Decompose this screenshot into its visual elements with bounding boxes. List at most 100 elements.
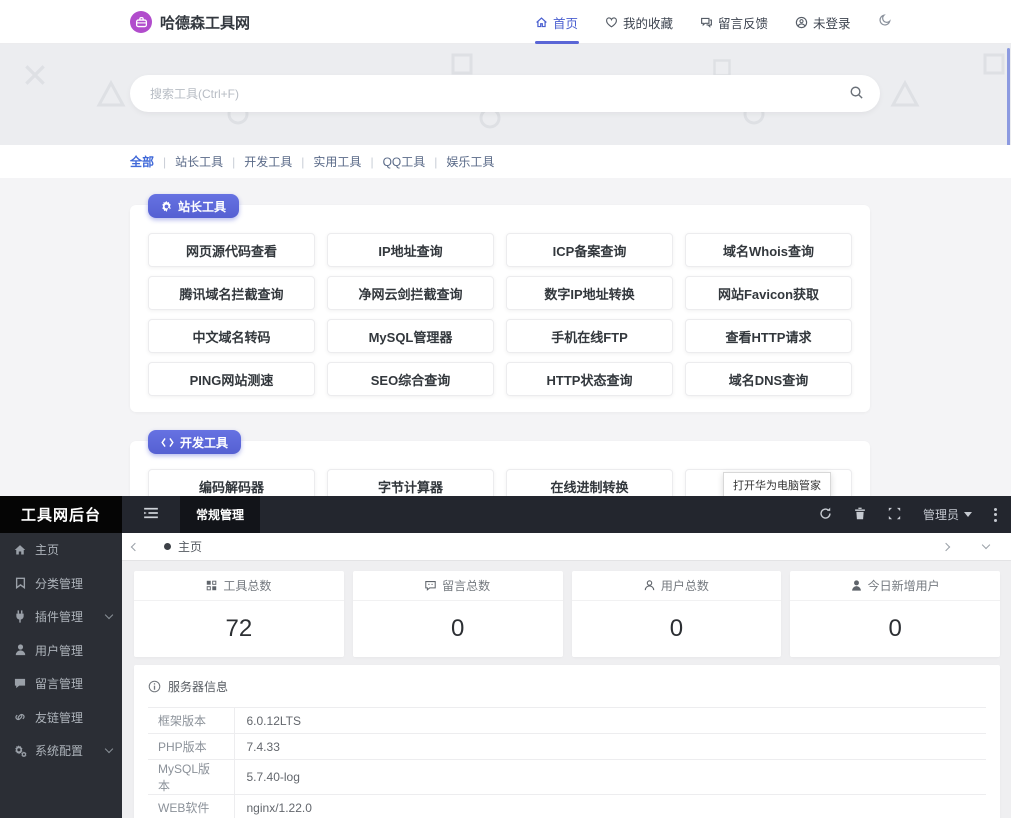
top-tab-general[interactable]: 常规管理 [180, 496, 260, 533]
nav-home[interactable]: 首页 [535, 0, 578, 44]
site-title: 哈德森工具网 [160, 12, 250, 33]
page-tab-label: 主页 [178, 538, 202, 555]
admin-logo[interactable]: 工具网后台 [0, 496, 122, 533]
code-icon [161, 437, 174, 448]
stat-label: 用户总数 [661, 577, 709, 594]
sidebar-item-categories[interactable]: 分类管理 [0, 567, 122, 601]
admin-panel: 工具网后台 常规管理 [0, 496, 1011, 818]
more-options-button[interactable] [994, 508, 997, 522]
tool-button[interactable]: PING网站测速 [148, 362, 315, 396]
comment-icon [13, 678, 27, 689]
sidebar-item-users[interactable]: 用户管理 [0, 634, 122, 668]
chevron-down-icon [105, 745, 113, 753]
stats-row: 工具总数 72 留言总数 0 [134, 571, 1000, 657]
nav-feedback[interactable]: 留言反馈 [700, 0, 768, 44]
tool-button[interactable]: 字节计算器 [327, 469, 494, 496]
site-header: 哈德森工具网 首页 我的收藏 [0, 0, 1011, 44]
tool-button[interactable]: 数字IP地址转换 [506, 276, 673, 310]
stat-label: 留言总数 [442, 577, 490, 594]
tab-menu-button[interactable] [973, 533, 999, 561]
stat-card-messages: 留言总数 0 [353, 571, 563, 657]
tool-button[interactable]: 查看HTTP请求 [685, 319, 852, 353]
tool-button[interactable]: 净网云剑拦截查询 [327, 276, 494, 310]
webmaster-tools-grid: 网页源代码查看 IP地址查询 ICP备案查询 域名Whois查询 腾讯域名拦截查… [148, 233, 852, 396]
user-outline-icon [644, 580, 655, 591]
row-value: 5.7.40-log [234, 760, 986, 795]
tab-scroll-left-button[interactable] [122, 533, 148, 561]
tool-button[interactable]: HTTP状态查询 [506, 362, 673, 396]
user-menu-button[interactable]: 管理员 [923, 506, 972, 523]
stat-value: 0 [790, 601, 1000, 657]
category-all[interactable]: 全部 [130, 153, 175, 170]
deco-triangle-shape [96, 80, 126, 113]
heart-icon [605, 16, 618, 29]
sidebar-item-messages[interactable]: 留言管理 [0, 667, 122, 701]
search-input[interactable] [150, 87, 849, 101]
dark-mode-toggle[interactable] [878, 13, 892, 32]
stat-card-users: 用户总数 0 [572, 571, 782, 657]
sidebar-item-label: 主页 [35, 541, 112, 558]
category-qq[interactable]: QQ工具 [383, 153, 447, 170]
stat-label: 工具总数 [223, 577, 271, 594]
chevron-down-icon [982, 541, 990, 549]
category-dev[interactable]: 开发工具 [244, 153, 313, 170]
sidebar-item-label: 留言管理 [35, 675, 112, 692]
tool-button[interactable]: 网站Favicon获取 [685, 276, 852, 310]
category-utility[interactable]: 实用工具 [313, 153, 382, 170]
sidebar-toggle-button[interactable] [122, 496, 180, 533]
nav-favorites[interactable]: 我的收藏 [605, 0, 673, 44]
tool-button[interactable]: IP地址查询 [327, 233, 494, 267]
tool-button[interactable]: SEO综合查询 [327, 362, 494, 396]
table-row: MySQL版本 5.7.40-log [148, 760, 986, 795]
admin-content: 工具总数 72 留言总数 0 [122, 561, 1011, 818]
comment-smile-icon [425, 580, 436, 591]
tool-button[interactable]: 网页源代码查看 [148, 233, 315, 267]
server-info-title: 服务器信息 [168, 678, 228, 695]
sidebar-item-home[interactable]: 主页 [0, 533, 122, 567]
tool-button[interactable]: 域名Whois查询 [685, 233, 852, 267]
search-icon [849, 85, 864, 103]
nav-home-label: 首页 [553, 13, 578, 32]
sidebar-item-plugins[interactable]: 插件管理 [0, 600, 122, 634]
user-menu-label: 管理员 [923, 506, 959, 523]
tool-button[interactable]: 腾讯域名拦截查询 [148, 276, 315, 310]
page-tab-bar: 主页 [122, 533, 1011, 561]
menu-icon [144, 506, 158, 524]
stat-value: 0 [572, 601, 782, 657]
system-tooltip: 打开华为电脑管家 [723, 472, 831, 496]
fullscreen-icon [888, 507, 901, 523]
nav-login[interactable]: 未登录 [795, 0, 851, 44]
refresh-button[interactable] [819, 507, 832, 523]
fullscreen-button[interactable] [888, 507, 901, 523]
row-value: nginx/1.22.0 [234, 795, 986, 818]
site-logo[interactable]: 哈德森工具网 [130, 0, 250, 44]
tool-button[interactable]: 编码解码器 [148, 469, 315, 496]
tab-scroll-right-button[interactable] [933, 533, 959, 561]
search-button[interactable] [849, 85, 864, 103]
tool-button[interactable]: 在线进制转换 [506, 469, 673, 496]
grid-icon [206, 580, 217, 591]
category-webmaster[interactable]: 站长工具 [175, 153, 244, 170]
clear-cache-button[interactable] [854, 507, 866, 523]
nav-login-label: 未登录 [813, 13, 851, 32]
tool-button[interactable]: MySQL管理器 [327, 319, 494, 353]
row-label: WEB软件 [148, 795, 234, 818]
sidebar-item-settings[interactable]: 系统配置 [0, 734, 122, 768]
table-row: PHP版本 7.4.33 [148, 734, 986, 760]
category-bar: 全部 站长工具 开发工具 实用工具 QQ工具 娱乐工具 [0, 145, 1011, 178]
gears-icon [13, 745, 27, 757]
row-value: 6.0.12LTS [234, 708, 986, 734]
moon-icon [878, 13, 892, 32]
deco-square-shape [982, 52, 1006, 81]
page-tab-home[interactable]: 主页 [148, 533, 218, 561]
plugin-icon [13, 610, 27, 623]
sidebar-item-links[interactable]: 友链管理 [0, 701, 122, 735]
tool-button[interactable]: ICP备案查询 [506, 233, 673, 267]
sidebar-item-label: 友链管理 [35, 709, 112, 726]
category-fun[interactable]: 娱乐工具 [446, 153, 494, 170]
table-row: 框架版本 6.0.12LTS [148, 708, 986, 734]
tool-button[interactable]: 域名DNS查询 [685, 362, 852, 396]
search-bar [130, 75, 880, 112]
tool-button[interactable]: 中文域名转码 [148, 319, 315, 353]
tool-button[interactable]: 手机在线FTP [506, 319, 673, 353]
